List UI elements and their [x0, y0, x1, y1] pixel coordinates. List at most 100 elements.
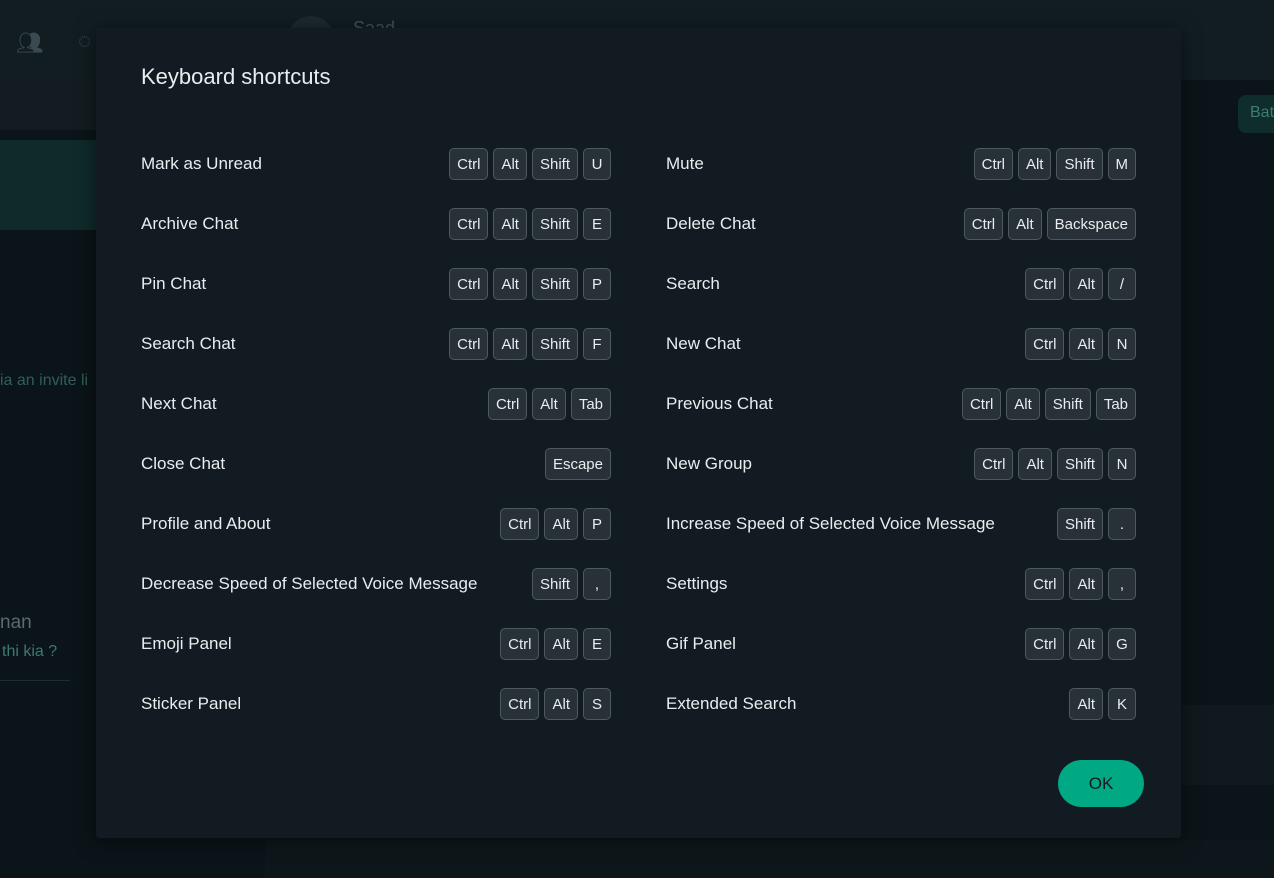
key-cap: Ctrl — [500, 628, 540, 660]
key-cap: Alt — [493, 268, 527, 300]
status-icon: ◌ — [78, 28, 92, 53]
community-icon: 👥︎ — [16, 30, 44, 55]
key-cap: Alt — [1017, 148, 1052, 180]
key-cap: G — [1108, 628, 1136, 660]
shortcut-row: New Group Ctrl Alt Shift N — [666, 434, 1136, 494]
shortcut-label: Sticker Panel — [141, 694, 242, 713]
shortcut-row: Mark as Unread Ctrl Alt Shift U — [141, 134, 611, 194]
key-cap: Ctrl — [449, 328, 489, 360]
shortcuts-right-column: Mute Ctrl Alt Shift M Delete Chat Ctrl Alt Backs… — [666, 134, 1136, 734]
shortcut-label: Search Chat — [141, 334, 236, 353]
key-cap: Ctrl — [1025, 628, 1065, 660]
dialog-title: Keyboard shortcuts — [141, 64, 331, 89]
key-cap: Ctrl — [974, 448, 1014, 480]
shortcut-row: Search Ctrl Alt / — [666, 254, 1136, 314]
key-cap: Alt — [1006, 388, 1040, 420]
key-cap: , — [583, 568, 611, 600]
shortcut-row: Sticker Panel Ctrl Alt S — [141, 674, 611, 734]
key-cap: P — [583, 268, 611, 300]
key-cap: Alt — [1018, 448, 1052, 480]
key-cap: Backspace — [1046, 208, 1136, 240]
shortcut-keys: Alt K — [1069, 688, 1136, 720]
shortcut-row: Profile and About Ctrl Alt P — [141, 494, 611, 554]
shortcut-label: Close Chat — [141, 454, 226, 473]
shortcut-label: New Group — [666, 454, 752, 473]
key-cap: Shift — [531, 568, 578, 600]
shortcut-label: Delete Chat — [666, 214, 756, 233]
key-cap: Alt — [493, 208, 527, 240]
key-cap: , — [1108, 568, 1136, 600]
key-cap: S — [583, 688, 611, 720]
key-cap: Alt — [1008, 208, 1042, 240]
shortcut-label: New Chat — [666, 334, 741, 353]
shortcut-keys: Escape — [544, 448, 611, 480]
sidebar-selected-item — [0, 140, 100, 230]
key-cap: Ctrl — [961, 388, 1002, 420]
sidebar-search-band — [0, 80, 100, 130]
key-cap: Alt — [1069, 628, 1103, 660]
shortcut-row: Gif Panel Ctrl Alt G — [666, 614, 1136, 674]
key-cap: Alt — [544, 508, 578, 540]
key-cap: Tab — [1095, 388, 1136, 420]
shortcut-keys: Ctrl Alt G — [1025, 628, 1136, 660]
shortcut-label: Mute — [666, 154, 704, 173]
invite-link-text: ia an invite li — [0, 372, 89, 389]
shortcut-row: Emoji Panel Ctrl Alt E — [141, 614, 611, 674]
chat-list-name: nan — [0, 612, 32, 633]
key-cap: M — [1107, 148, 1136, 180]
shortcut-row: Delete Chat Ctrl Alt Backspace — [666, 194, 1136, 254]
key-cap: Tab — [570, 388, 611, 420]
shortcut-label: Archive Chat — [141, 214, 239, 233]
key-cap: . — [1108, 508, 1136, 540]
key-cap: Alt — [1069, 328, 1103, 360]
shortcut-keys: Shift, — [531, 568, 611, 600]
shortcut-row: Settings Ctrl Alt, — [666, 554, 1136, 614]
shortcut-keys: Ctrl Alt N — [1025, 328, 1136, 360]
key-cap: N — [1108, 328, 1136, 360]
key-cap: / — [1108, 268, 1136, 300]
shortcut-row: Previous Chat Ctrl Alt Shift Tab — [666, 374, 1136, 434]
shortcut-keys: Ctrl Alt Shift U — [449, 148, 611, 180]
shortcut-keys: Ctrl Alt Shift N — [974, 448, 1136, 480]
key-cap: Ctrl — [1025, 268, 1065, 300]
shortcut-keys: Ctrl Alt Shift F — [449, 328, 611, 360]
shortcut-label: Extended Search — [666, 694, 797, 713]
shortcuts-left-column: Mark as Unread Ctrl Alt Shift U Archive Chat C… — [141, 134, 611, 734]
shortcut-label: Decrease Speed of Selected Voice Message — [141, 574, 478, 593]
date-chip-label: Bat — [1250, 104, 1274, 121]
ok-button[interactable]: OK — [1058, 760, 1144, 807]
key-cap: Shift — [1044, 388, 1091, 420]
date-chip: Bat — [1238, 95, 1274, 133]
shortcut-label: Settings — [666, 574, 728, 593]
shortcut-label: Emoji Panel — [141, 634, 232, 653]
shortcut-keys: Ctrl Alt Backspace — [963, 208, 1136, 240]
key-cap: Escape — [544, 448, 611, 480]
shortcut-keys: Ctrl Alt / — [1025, 268, 1136, 300]
chat-list-preview: thi kia ? — [2, 643, 58, 660]
key-cap: Shift — [531, 148, 578, 180]
shortcut-label: Increase Speed of Selected Voice Message — [666, 514, 995, 533]
key-cap: U — [583, 148, 611, 180]
shortcut-row: Mute Ctrl Alt Shift M — [666, 134, 1136, 194]
shortcut-label: Pin Chat — [141, 274, 207, 293]
shortcut-row: Next Chat Ctrl Alt Tab — [141, 374, 611, 434]
shortcut-keys: Ctrl Alt S — [500, 688, 611, 720]
key-cap: Alt — [1069, 568, 1103, 600]
shortcut-keys: Ctrl Alt Shift E — [449, 208, 611, 240]
key-cap: Ctrl — [1025, 568, 1065, 600]
key-cap: Alt — [544, 628, 578, 660]
shortcut-row: Increase Speed of Selected Voice Message… — [666, 494, 1136, 554]
shortcut-keys: Ctrl Alt E — [500, 628, 611, 660]
shortcut-label: Profile and About — [141, 514, 271, 533]
shortcut-keys: Ctrl Alt P — [500, 508, 611, 540]
key-cap: Ctrl — [963, 208, 1004, 240]
shortcut-label: Previous Chat — [666, 394, 773, 413]
shortcut-keys: Ctrl Alt Shift M — [973, 148, 1136, 180]
key-cap: K — [1108, 688, 1136, 720]
key-cap: Ctrl — [449, 148, 489, 180]
chat-list-divider — [0, 680, 70, 681]
shortcut-keys: Ctrl Alt, — [1025, 568, 1136, 600]
key-cap: Ctrl — [500, 688, 540, 720]
shortcut-row: Search Chat Ctrl Alt Shift F — [141, 314, 611, 374]
key-cap: Ctrl — [487, 388, 528, 420]
